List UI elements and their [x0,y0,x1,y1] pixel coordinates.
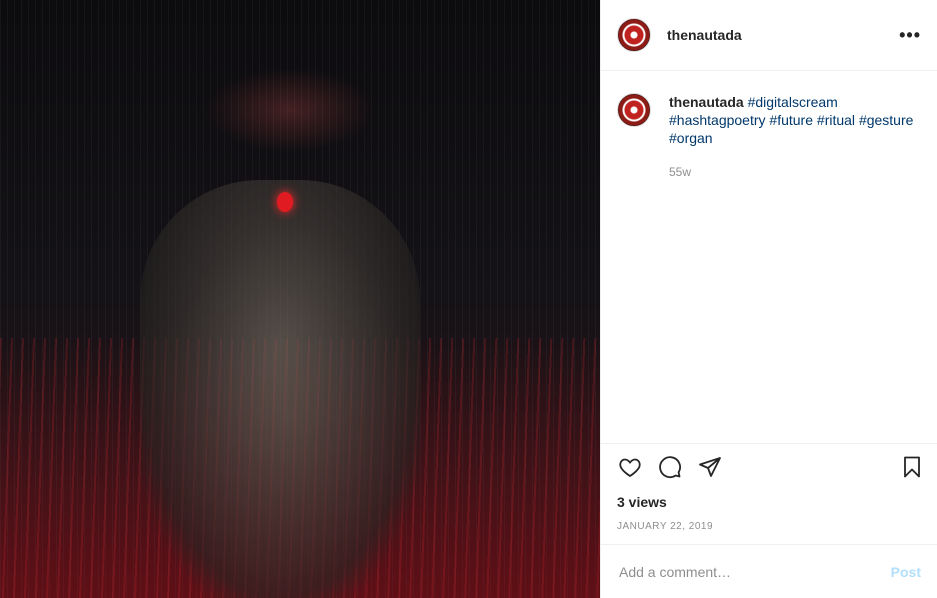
caption-section: thenautada #digitalscream #hashtagpoetry… [601,71,937,443]
avatar[interactable] [617,18,651,52]
performer [140,180,420,598]
comment-input[interactable] [617,562,891,581]
hashtag[interactable]: #future [769,112,813,128]
comment-icon[interactable] [657,454,683,480]
bookmark-icon[interactable] [899,454,925,480]
hashtag[interactable]: #gesture [859,112,913,128]
post-container: thenautada ••• thenautada #digitalscream… [0,0,937,598]
post-button[interactable]: Post [891,564,921,580]
hashtag[interactable]: #digitalscream [748,94,838,110]
caption-username[interactable]: thenautada [669,94,744,110]
hashtag[interactable]: #ritual [817,112,855,128]
post-sidebar: thenautada ••• thenautada #digitalscream… [600,0,937,598]
header-username[interactable]: thenautada [667,27,742,43]
caption: thenautada #digitalscream #hashtagpoetry… [669,93,921,443]
post-date[interactable]: JANUARY 22, 2019 [601,514,937,544]
more-options-icon[interactable]: ••• [899,25,921,46]
heart-icon[interactable] [617,454,643,480]
view-count[interactable]: 3 views [601,490,937,514]
caption-avatar[interactable] [617,93,651,127]
comment-form: Post [601,544,937,598]
hashtag[interactable]: #organ [669,130,713,146]
red-light-spot [277,192,293,212]
post-video[interactable] [0,0,600,598]
post-age[interactable]: 55w [669,163,921,181]
paper-plane-icon[interactable] [697,454,723,480]
hashtag[interactable]: #hashtagpoetry [669,112,766,128]
action-bar [601,443,937,490]
post-header: thenautada ••• [601,0,937,71]
